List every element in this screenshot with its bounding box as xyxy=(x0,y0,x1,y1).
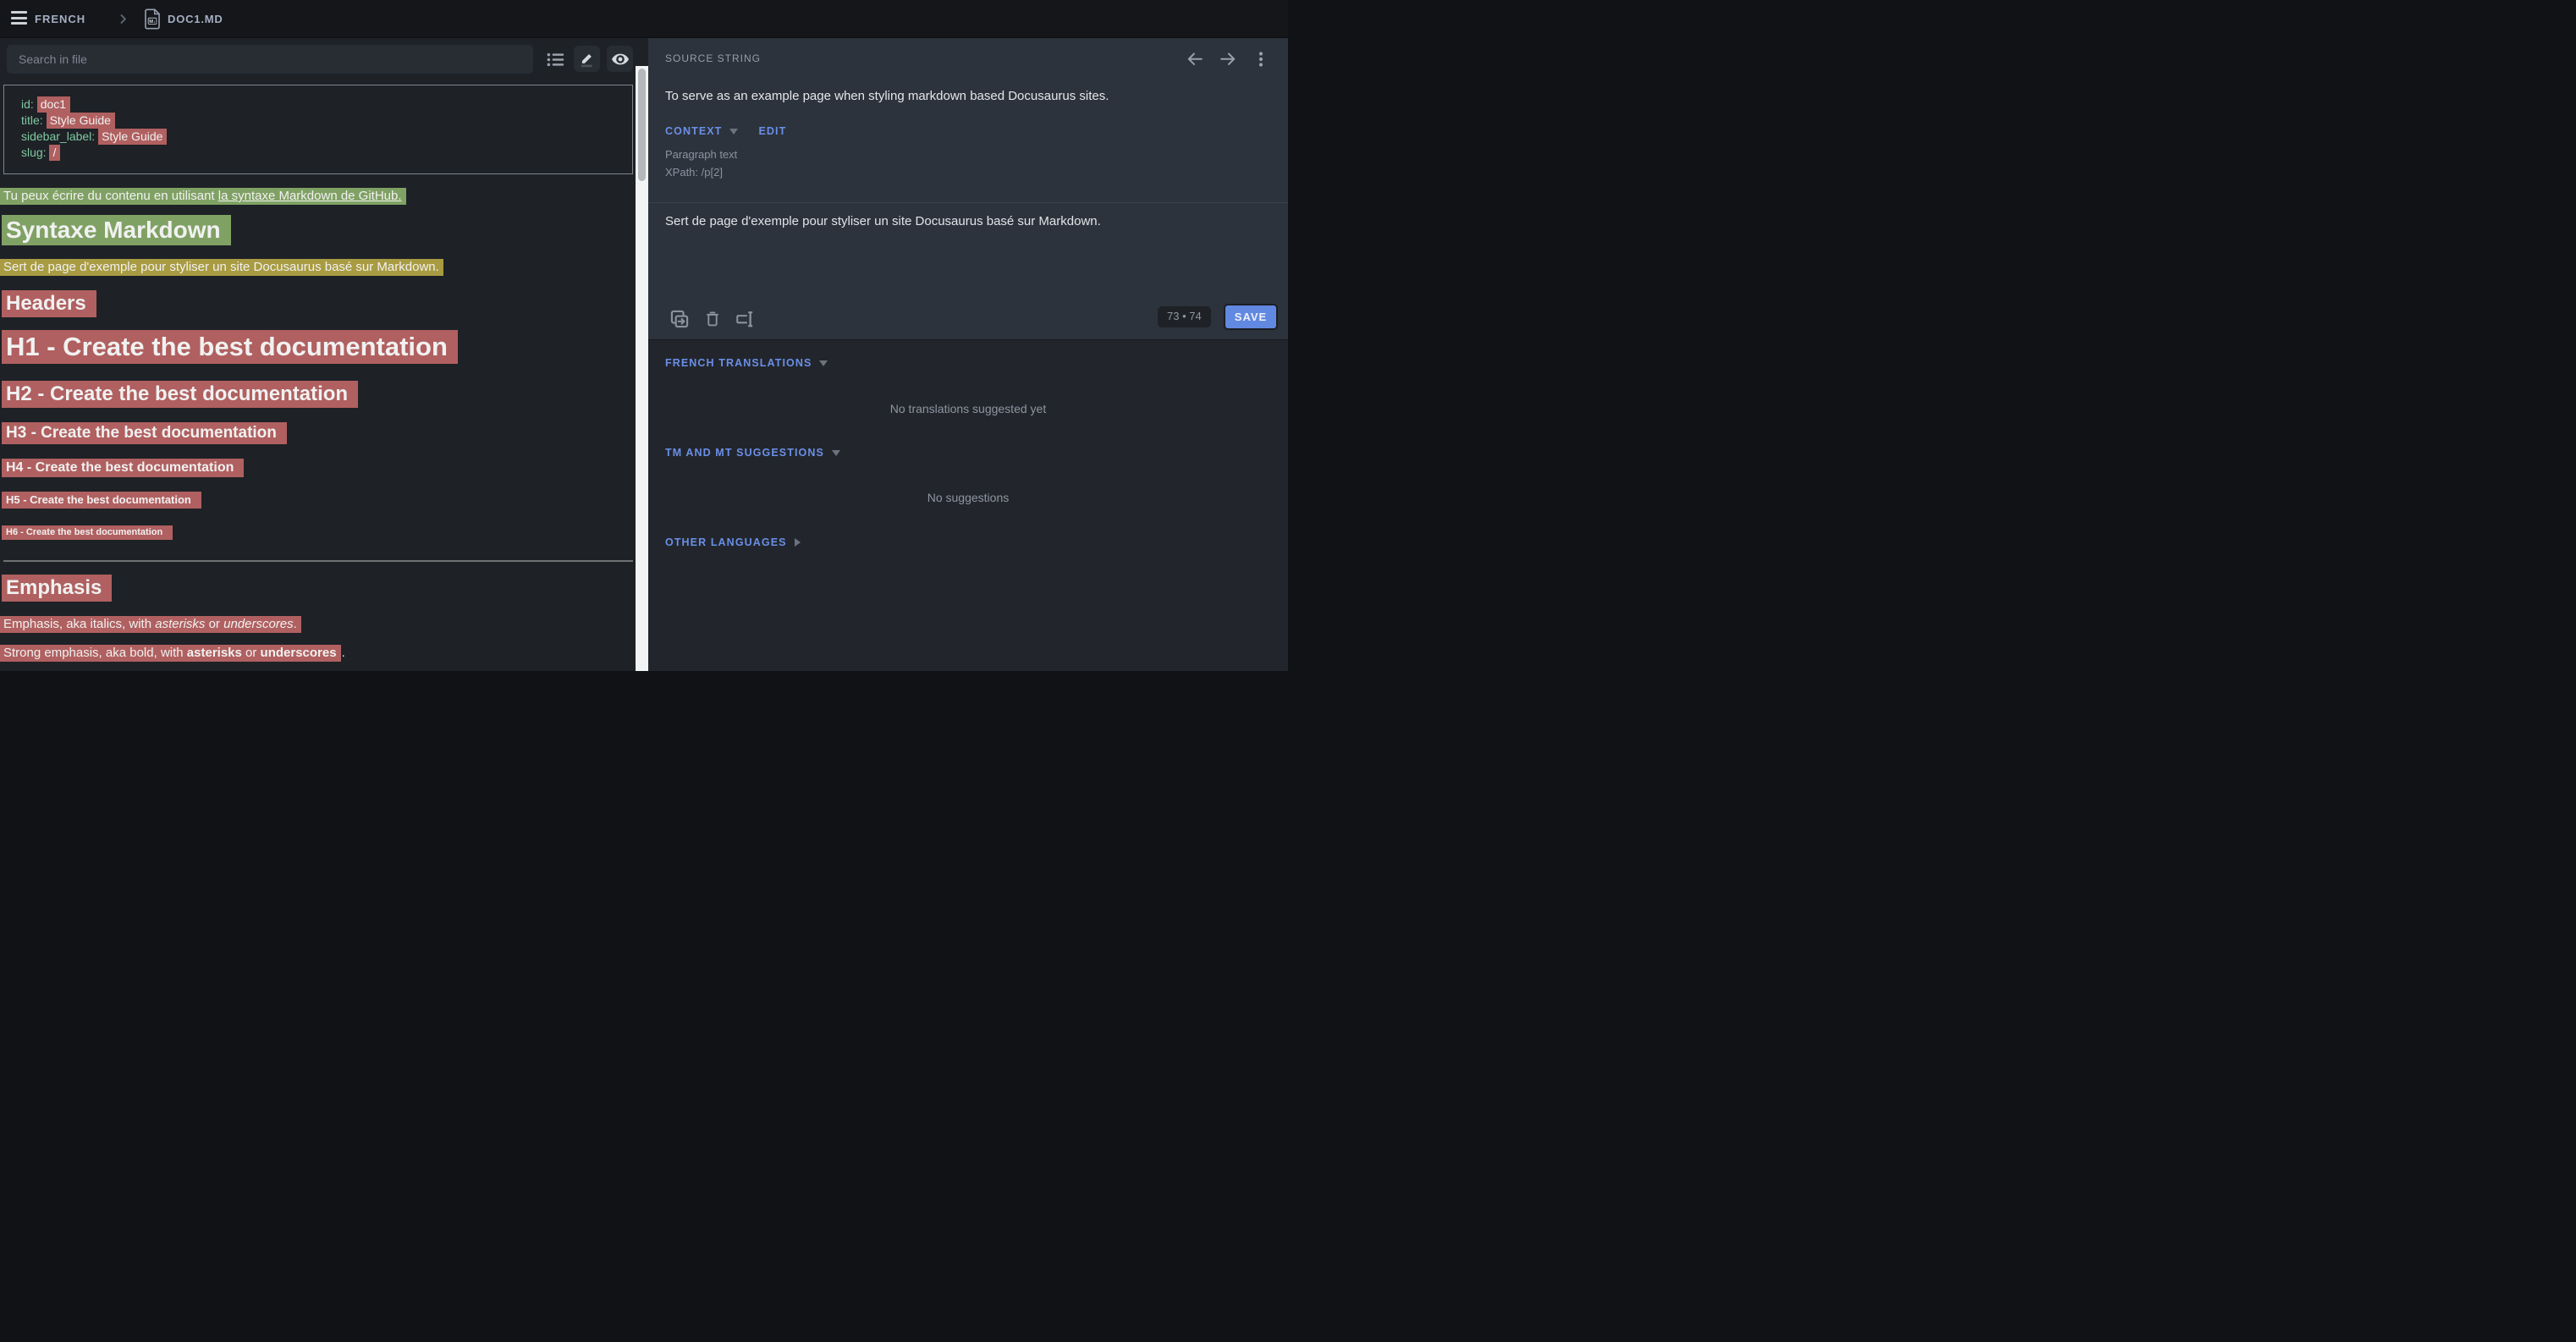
h3-demo-string[interactable]: H3 - Create the best documentation xyxy=(2,424,287,443)
github-markdown-link[interactable]: la syntaxe Markdown de GitHub. xyxy=(218,189,402,203)
delete-translation-button[interactable] xyxy=(701,307,724,331)
kebab-menu-icon xyxy=(1251,49,1271,69)
menu-button[interactable] xyxy=(11,11,30,27)
insert-source-icon xyxy=(669,308,691,330)
arrow-left-icon xyxy=(1185,49,1205,69)
h6-demo-string[interactable]: H6 - Create the best documentation xyxy=(2,527,173,537)
breadcrumb-file: DOC1.MD xyxy=(168,0,223,38)
emphasis-heading-string[interactable]: Emphasis xyxy=(2,576,112,600)
h2-demo-string[interactable]: H2 - Create the best documentation xyxy=(2,382,358,406)
frontmatter-key: sidebar_label: xyxy=(21,129,95,143)
frontmatter-row: id: doc1 xyxy=(21,96,632,113)
context-toggle[interactable]: CONTEXT xyxy=(665,125,722,137)
horizontal-rule xyxy=(3,560,633,562)
frontmatter-row: sidebar_label: Style Guide xyxy=(21,129,632,145)
translations-empty-text: No translations suggested yet xyxy=(648,402,1288,415)
more-menu-button[interactable] xyxy=(1251,49,1271,69)
insert-source-button[interactable] xyxy=(668,307,691,331)
frontmatter-value-string[interactable]: Style Guide xyxy=(98,129,167,145)
chevron-down-icon xyxy=(832,450,840,456)
h1-demo-string[interactable]: H1 - Create the best documentation xyxy=(2,332,458,362)
chevron-right-icon xyxy=(115,11,131,27)
frontmatter-value-string[interactable]: doc1 xyxy=(37,96,70,113)
next-string-button[interactable] xyxy=(1218,49,1238,69)
edit-context-button[interactable]: EDIT xyxy=(758,125,786,137)
headers-heading-string[interactable]: Headers xyxy=(2,292,96,316)
h5-demo-string[interactable]: H5 - Create the best documentation xyxy=(2,493,201,506)
markdown-file-icon: M↓ xyxy=(144,8,161,30)
suggestions-empty-text: No suggestions xyxy=(648,491,1288,504)
chevron-right-icon xyxy=(795,538,801,547)
strong-paragraph-string[interactable]: Strong emphasis, aka bold, with asterisk… xyxy=(0,646,345,660)
insert-tag-button[interactable] xyxy=(734,307,757,331)
text-cursor-box-icon xyxy=(735,308,757,330)
frontmatter-box: id: doc1 title: Style Guide sidebar_labe… xyxy=(3,85,633,174)
source-string-panel: SOURCE STRING To serve as an example pag… xyxy=(648,38,1288,339)
trash-icon xyxy=(702,309,723,329)
svg-text:M↓: M↓ xyxy=(149,19,156,25)
frontmatter-key: title: xyxy=(21,113,43,127)
emphasis-paragraph-string[interactable]: Emphasis, aka italics, with asterisks or… xyxy=(0,617,301,631)
translation-editor[interactable]: Sert de page d'exemple pour styliser un … xyxy=(665,214,1254,228)
panel-title: SOURCE STRING xyxy=(665,52,761,64)
previous-string-button[interactable] xyxy=(1185,49,1205,69)
other-languages-toggle[interactable]: OTHER LANGUAGES xyxy=(665,536,801,548)
arrow-right-icon xyxy=(1218,49,1238,69)
document-preview: id: doc1 title: Style Guide sidebar_labe… xyxy=(0,38,636,671)
scrollbar-thumb[interactable] xyxy=(638,69,646,181)
frontmatter-value-string[interactable]: Style Guide xyxy=(47,113,115,129)
h4-demo-string[interactable]: H4 - Create the best documentation xyxy=(2,460,244,476)
save-button[interactable]: SAVE xyxy=(1224,304,1278,330)
chevron-down-icon xyxy=(729,129,738,135)
frontmatter-value-string[interactable]: / xyxy=(49,145,60,161)
frontmatter-key: slug: xyxy=(21,146,47,159)
editor-divider xyxy=(648,202,1288,203)
top-bar: FRENCH M↓ DOC1.MD xyxy=(0,0,1288,38)
source-text: To serve as an example page when styling… xyxy=(665,89,1254,103)
french-translations-toggle[interactable]: FRENCH TRANSLATIONS xyxy=(665,357,828,369)
context-xpath: XPath: /p[2] xyxy=(665,166,723,179)
selected-paragraph-string[interactable]: Sert de page d'exemple pour styliser un … xyxy=(0,260,443,274)
app-window: FRENCH M↓ DOC1.MD xyxy=(0,0,1288,671)
scrollbar-track xyxy=(636,66,648,671)
breadcrumb-project[interactable]: FRENCH xyxy=(35,0,85,38)
document-panel: id: doc1 title: Style Guide sidebar_labe… xyxy=(0,38,648,671)
char-count-badge: 73 • 74 xyxy=(1158,306,1211,327)
frontmatter-key: id: xyxy=(21,97,34,111)
markdown-heading-string[interactable]: Syntaxe Markdown xyxy=(2,217,231,244)
hamburger-icon xyxy=(11,11,27,14)
context-type: Paragraph text xyxy=(665,148,737,161)
frontmatter-row: title: Style Guide xyxy=(21,113,632,129)
frontmatter-row: slug: / xyxy=(21,145,632,161)
chevron-down-icon xyxy=(819,360,828,366)
suggestions-panel: FRENCH TRANSLATIONS No translations sugg… xyxy=(648,339,1288,671)
tm-suggestions-toggle[interactable]: TM AND MT SUGGESTIONS xyxy=(665,447,840,459)
intro-paragraph-string[interactable]: Tu peux écrire du contenu en utilisant l… xyxy=(0,189,406,203)
